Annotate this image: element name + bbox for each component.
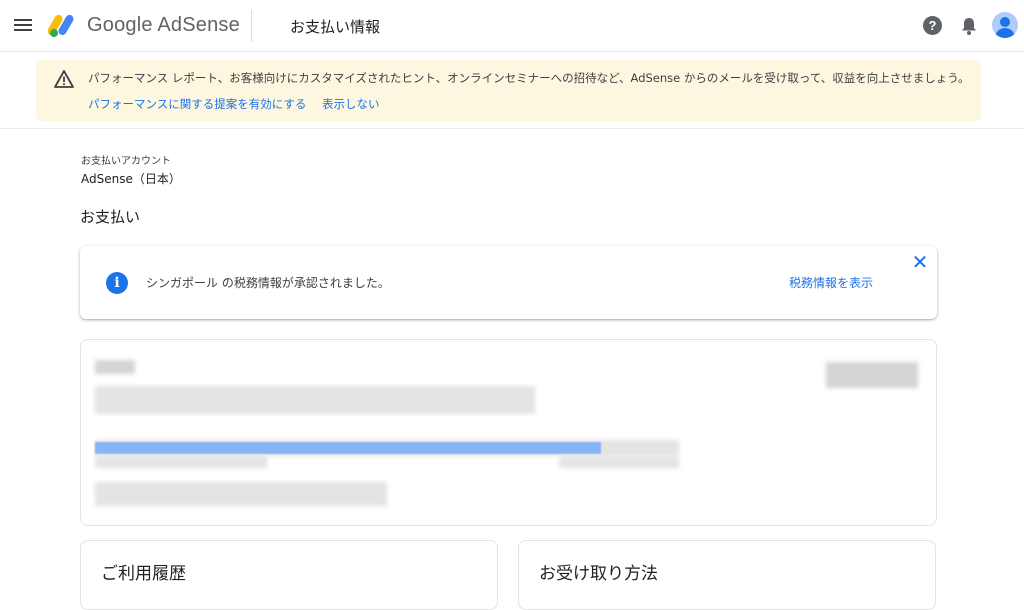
redacted-text xyxy=(559,456,679,468)
notifications-bell-icon[interactable] xyxy=(960,16,978,36)
enable-suggestions-link[interactable]: パフォーマンスに関する提案を有効にする xyxy=(88,96,306,112)
top-app-bar: Google AdSense お支払い情報 ? xyxy=(0,0,1024,52)
redacted-text xyxy=(95,360,135,374)
account-avatar[interactable] xyxy=(992,12,1018,38)
tax-approved-message: シンガポール の税務情報が承認されました。 xyxy=(146,276,390,290)
tax-info-notice: i シンガポール の税務情報が承認されました。 税務情報を表示 ✕ xyxy=(80,246,937,319)
payment-account-value: AdSense（日本） xyxy=(81,172,181,186)
brand-name: Google AdSense xyxy=(87,14,240,36)
email-optin-banner: パフォーマンス レポート、お客様向けにカスタマイズされたヒント、オンラインセミナ… xyxy=(36,60,981,121)
warning-icon xyxy=(54,70,74,88)
page-title: お支払い情報 xyxy=(290,18,381,36)
payment-account-label: お支払いアカウント xyxy=(81,156,171,167)
adsense-logo-icon xyxy=(48,14,74,37)
content-divider xyxy=(0,128,1024,129)
menu-icon[interactable] xyxy=(14,16,32,34)
payment-threshold-progress-bar xyxy=(95,442,601,454)
redacted-text xyxy=(95,386,535,414)
info-icon: i xyxy=(106,272,128,294)
close-icon[interactable]: ✕ xyxy=(910,252,930,272)
banner-message: パフォーマンス レポート、お客様向けにカスタマイズされたヒント、オンラインセミナ… xyxy=(88,71,970,85)
redacted-text xyxy=(95,482,387,506)
payments-section-title: お支払い xyxy=(80,208,141,226)
header-divider xyxy=(251,10,252,42)
dismiss-banner-link[interactable]: 表示しない xyxy=(322,96,380,112)
help-icon[interactable]: ? xyxy=(923,16,942,35)
transactions-card[interactable]: ご利用履歴 xyxy=(80,540,498,610)
redacted-text xyxy=(95,456,267,468)
payment-method-card[interactable]: お受け取り方法 xyxy=(518,540,936,610)
view-tax-info-link[interactable]: 税務情報を表示 xyxy=(789,274,873,291)
redacted-amount xyxy=(826,362,918,388)
payment-method-card-title: お受け取り方法 xyxy=(539,564,658,584)
transactions-card-title: ご利用履歴 xyxy=(101,564,186,584)
balance-card xyxy=(80,339,937,526)
